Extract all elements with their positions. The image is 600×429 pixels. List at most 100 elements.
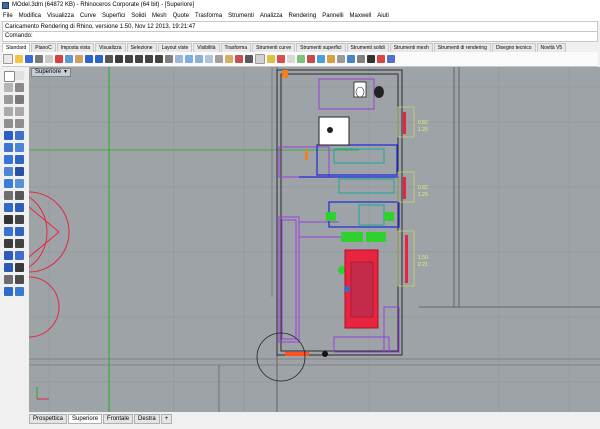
analyze-icon[interactable] — [4, 287, 13, 296]
menu-rendering[interactable]: Rendering — [286, 13, 320, 19]
menu-analizza[interactable]: Analizza — [257, 13, 286, 19]
maxwell-render-icon[interactable] — [377, 55, 385, 63]
command-line[interactable]: Comando: — [2, 32, 598, 42]
rendered-icon[interactable] — [235, 55, 243, 63]
menu-solidi[interactable]: Solidi — [128, 13, 149, 19]
tab-novita-v5[interactable]: Novità V5 — [536, 43, 567, 52]
tab-frontale[interactable]: Frontale — [103, 414, 134, 424]
add-viewport-tab-button[interactable]: + — [160, 414, 173, 424]
zebra-icon[interactable] — [15, 287, 24, 296]
menu-quote[interactable]: Quote — [170, 13, 192, 19]
tab-strumenti-mesh[interactable]: Strumenti mesh — [389, 43, 433, 52]
menu-trasforma[interactable]: Trasforma — [192, 13, 225, 19]
arc-icon[interactable] — [15, 107, 24, 116]
surface-edge-icon[interactable] — [15, 143, 24, 152]
menu-visualizza[interactable]: Visualizza — [44, 13, 77, 19]
drawing-canvas[interactable]: 0.82 1.29 0.82 1.29 1.50 2.21 — [29, 67, 600, 412]
tab-destra[interactable]: Destra — [134, 414, 160, 424]
tab-visualizza[interactable]: Visualizza — [95, 43, 126, 52]
hide-icon[interactable] — [307, 55, 315, 63]
trim-icon[interactable] — [4, 239, 13, 248]
show-icon[interactable] — [317, 55, 325, 63]
lock-icon[interactable] — [327, 55, 335, 63]
save-icon[interactable] — [25, 55, 33, 63]
group-icon[interactable] — [15, 275, 24, 284]
chevron-down-icon[interactable]: ▾ — [64, 69, 67, 75]
zoom-window-icon[interactable] — [135, 55, 143, 63]
ellipse-icon[interactable] — [4, 119, 13, 128]
undo-icon[interactable] — [85, 55, 93, 63]
options-icon[interactable] — [357, 55, 365, 63]
menu-file[interactable]: File — [0, 13, 16, 19]
properties-icon[interactable] — [287, 55, 295, 63]
tab-pianoc[interactable]: PianoC — [31, 43, 56, 52]
array-icon[interactable] — [15, 227, 24, 236]
cylinder-icon[interactable] — [4, 179, 13, 188]
menu-modifica[interactable]: Modifica — [16, 13, 44, 19]
tab-trasforma[interactable]: Trasforma — [220, 43, 252, 52]
new-file-icon[interactable] — [3, 54, 13, 64]
analysis-icon[interactable] — [347, 55, 355, 63]
viewport-superiore[interactable]: 0.82 1.29 0.82 1.29 1.50 2.21 — [29, 67, 600, 412]
copy-object-icon[interactable] — [15, 203, 24, 212]
maxwell-material-icon[interactable] — [387, 55, 395, 63]
dimension-icon[interactable] — [4, 191, 13, 200]
text-icon[interactable] — [15, 191, 24, 200]
paste-icon[interactable] — [75, 55, 83, 63]
tab-visibilita[interactable]: Visibilità — [193, 43, 220, 52]
layer-icon[interactable] — [45, 55, 53, 63]
cut-icon[interactable] — [55, 55, 63, 63]
zoom-selected-icon[interactable] — [155, 55, 163, 63]
tab-superiore[interactable]: Superiore — [68, 414, 103, 424]
viewport-layout-icon[interactable] — [175, 55, 183, 63]
tab-strumenti-rendering[interactable]: Strumenti di rendering — [433, 43, 491, 52]
four-views-icon[interactable] — [185, 55, 193, 63]
fillet-icon[interactable] — [4, 263, 13, 272]
loft-icon[interactable] — [15, 155, 24, 164]
tab-strumenti-solidi[interactable]: Strumenti solidi — [346, 43, 389, 52]
tab-standard[interactable]: Standard — [2, 43, 31, 52]
menu-pannelli[interactable]: Pannelli — [319, 13, 346, 19]
menu-aiuti[interactable]: Aiuti — [374, 13, 392, 19]
copy-icon[interactable] — [65, 55, 73, 63]
rotate-view-icon[interactable] — [115, 55, 123, 63]
tab-layout-viste[interactable]: Layout viste — [157, 43, 193, 52]
move-icon[interactable] — [4, 203, 13, 212]
tab-imposta-vista[interactable]: Imposta vista — [56, 43, 95, 52]
mirror-icon[interactable] — [4, 227, 13, 236]
rotate-icon[interactable] — [4, 215, 13, 224]
box-icon[interactable] — [4, 167, 13, 176]
open-folder-icon[interactable] — [15, 55, 23, 63]
select-points-icon[interactable] — [15, 71, 24, 80]
menu-curve[interactable]: Curve — [77, 13, 99, 19]
object-properties-icon[interactable] — [297, 55, 305, 63]
polygon-icon[interactable] — [15, 119, 24, 128]
help-icon[interactable] — [367, 55, 375, 63]
menu-maxwell[interactable]: Maxwell — [347, 13, 375, 19]
cplane-icon[interactable] — [205, 55, 213, 63]
scale-icon[interactable] — [15, 215, 24, 224]
offset-icon[interactable] — [15, 263, 24, 272]
extrude-icon[interactable] — [4, 155, 13, 164]
select-all-icon[interactable] — [255, 54, 265, 64]
surface-corner-icon[interactable] — [4, 143, 13, 152]
redo-icon[interactable] — [95, 55, 103, 63]
tab-strumenti-superfici[interactable]: Strumenti superfici — [296, 43, 346, 52]
line-icon[interactable] — [4, 95, 13, 104]
select-icon[interactable] — [4, 71, 15, 82]
tab-selezione[interactable]: Selezione — [126, 43, 157, 52]
wireframe-icon[interactable] — [215, 55, 223, 63]
viewport-label[interactable]: Superiore ▾ — [31, 68, 72, 77]
set-cplane-icon[interactable] — [195, 55, 203, 63]
print-icon[interactable] — [35, 55, 43, 63]
menu-superfici[interactable]: Superfici — [99, 13, 128, 19]
tab-disegno-tecnico[interactable]: Disegno tecnico — [491, 43, 536, 52]
rectangle-icon[interactable] — [4, 131, 13, 140]
tab-prospettica[interactable]: Prospettica — [29, 414, 68, 424]
curve-icon[interactable] — [15, 95, 24, 104]
circle-icon[interactable] — [4, 107, 13, 116]
split-icon[interactable] — [15, 239, 24, 248]
menu-mesh[interactable]: Mesh — [149, 13, 170, 19]
mesh-icon[interactable] — [15, 179, 24, 188]
shaded-icon[interactable] — [225, 55, 233, 63]
